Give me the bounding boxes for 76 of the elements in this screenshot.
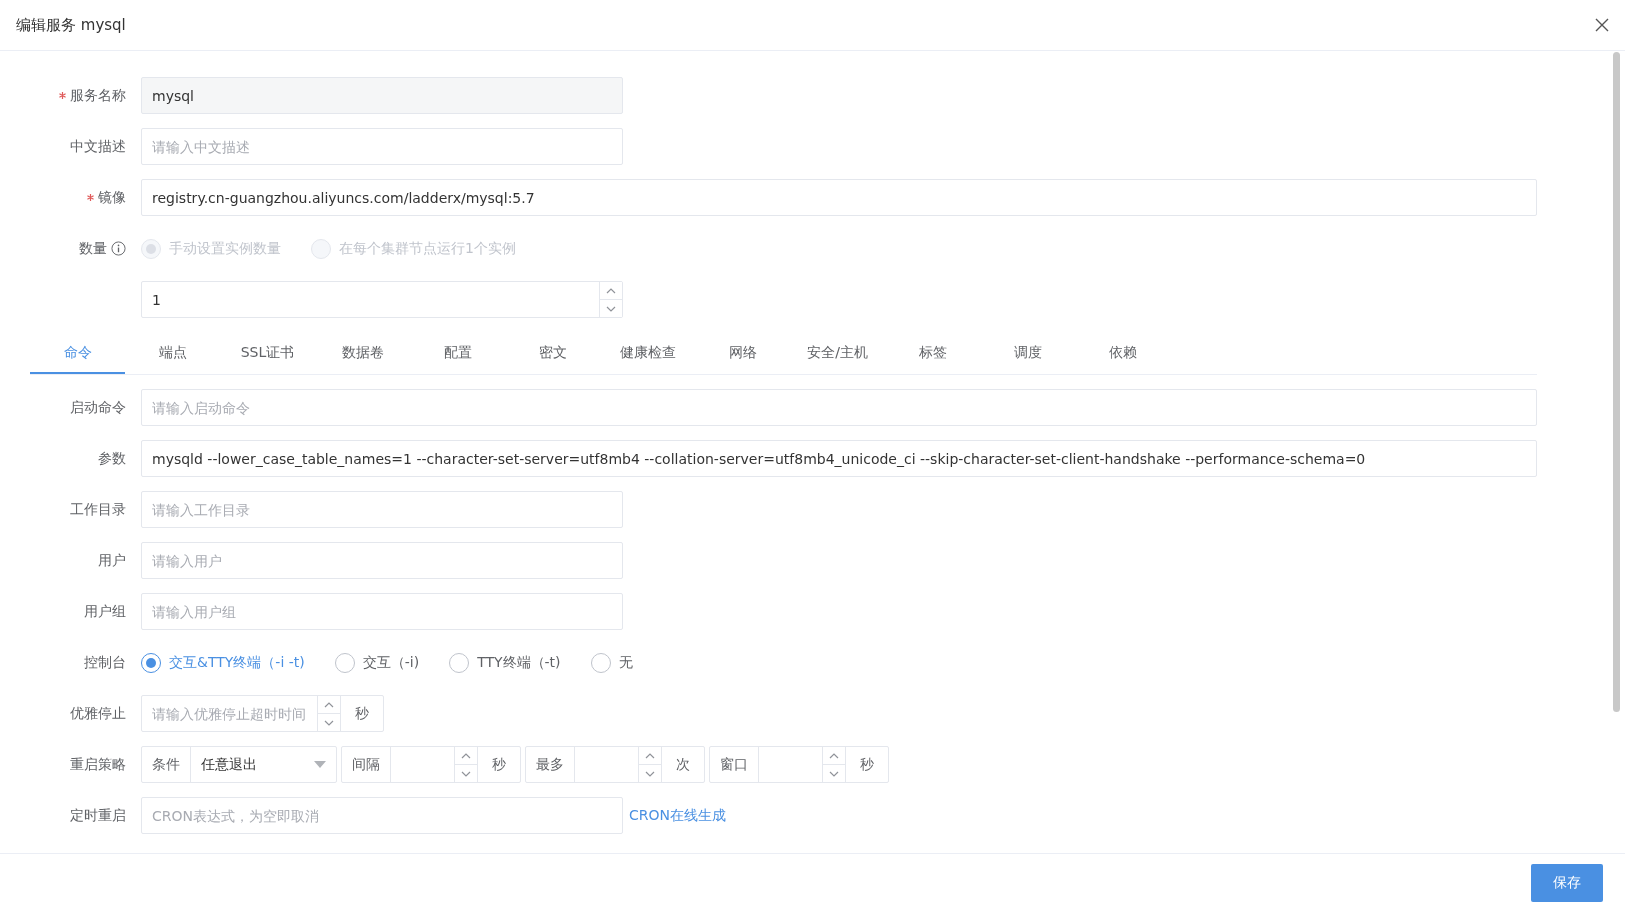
tab[interactable]: 密文 [505, 334, 600, 374]
field-label: 定时重启 [70, 806, 126, 825]
field-label: 重启策略 [70, 755, 126, 774]
input-field[interactable]: 请输入启动命令 [141, 389, 1537, 426]
number-field[interactable]: 请输入优雅停止超时时间 秒 [141, 695, 384, 732]
field-label: 参数 [98, 449, 126, 468]
input-field[interactable]: mysqld --lower_case_table_names=1 --character-set-server=utf8mb4 --collation-server=utf8mb4_unicode_ci --skip-character-set-client-handshake --performance-schema=0 [141, 440, 1537, 477]
field-label: 用户 [98, 551, 126, 570]
tab[interactable]: 健康检查 [600, 334, 695, 374]
input-field[interactable]: mysql [141, 77, 623, 114]
radio-label: 交互&TTY终端（-i -t) [169, 653, 305, 672]
chevron-down-icon [645, 770, 655, 777]
dialog-title: 编辑服务 mysql [16, 15, 126, 35]
chevron-down-icon [829, 770, 839, 777]
radio-button[interactable] [334, 652, 355, 673]
unit-addon: 秒 [477, 747, 520, 782]
field-label: 启动命令 [70, 398, 126, 417]
radio-label: TTY终端（-t) [477, 653, 561, 672]
tab[interactable]: 配置 [410, 334, 505, 374]
tab[interactable]: 端点 [125, 334, 220, 374]
radio-label: 交互（-i) [362, 653, 420, 672]
dropdown-caret-icon [314, 761, 326, 768]
input-field[interactable]: 请输入中文描述 [141, 128, 623, 165]
tab[interactable]: 依赖 [1075, 334, 1170, 374]
radio-label: 在每个集群节点运行1个实例 [339, 239, 516, 258]
field-label: 工作目录 [70, 500, 126, 519]
tab[interactable]: 命令 [30, 334, 125, 374]
select-field[interactable]: 条件 任意退出 [141, 746, 337, 783]
number-field[interactable]: 间隔 秒 [341, 746, 521, 783]
number-field[interactable]: 窗口 秒 [709, 746, 889, 783]
chevron-up-icon [606, 287, 616, 294]
radio-label: 手动设置实例数量 [169, 239, 281, 258]
radio-button[interactable] [449, 652, 470, 673]
field-prefix: 间隔 [342, 747, 391, 782]
unit-addon: 次 [661, 747, 704, 782]
increment-button[interactable] [600, 282, 622, 300]
field-label: 服务名称 [70, 86, 126, 105]
tab[interactable]: 数据卷 [315, 334, 410, 374]
field-prefix: 条件 [142, 747, 191, 782]
info-icon [111, 241, 126, 256]
field-label: 镜像 [98, 188, 126, 207]
radio-button[interactable] [590, 652, 611, 673]
tab[interactable]: 标签 [885, 334, 980, 374]
unit-addon: 秒 [340, 696, 383, 731]
select-value: 任意退出 [201, 755, 257, 774]
input-field[interactable]: 请输入用户 [141, 542, 623, 579]
input-field[interactable]: registry.cn-guangzhou.aliyuncs.com/ladderx/mysql:5.7 [141, 179, 1537, 216]
chevron-down-icon [324, 719, 334, 726]
radio-label: 无 [618, 653, 633, 672]
unit-addon: 秒 [845, 747, 888, 782]
scrollbar[interactable] [1613, 52, 1620, 712]
field-label: 控制台 [84, 653, 126, 672]
tab[interactable]: 网络 [695, 334, 790, 374]
cron-generator-link[interactable]: CRON在线生成 [629, 806, 726, 825]
field-prefix: 最多 [526, 747, 575, 782]
chevron-up-icon [461, 752, 471, 759]
number-input[interactable]: 请输入优雅停止超时时间 [142, 696, 317, 731]
field-label: 中文描述 [70, 137, 126, 156]
input-field[interactable]: 请输入工作目录 [141, 491, 623, 528]
number-field[interactable]: 最多 次 [525, 746, 705, 783]
input-field[interactable]: CRON表达式，为空即取消 [141, 797, 623, 834]
chevron-down-icon [461, 770, 471, 777]
tab[interactable]: 安全/主机 [790, 334, 885, 374]
tab[interactable]: SSL证书 [220, 334, 315, 374]
chevron-up-icon [645, 752, 655, 759]
field-prefix: 窗口 [710, 747, 759, 782]
field-label: 用户组 [84, 602, 126, 621]
field-label: 优雅停止 [70, 704, 126, 723]
chevron-up-icon [829, 752, 839, 759]
tab[interactable]: 调度 [980, 334, 1075, 374]
field-label: 数量 [79, 239, 107, 258]
close-icon[interactable] [1595, 18, 1609, 32]
input-field[interactable]: 请输入用户组 [141, 593, 623, 630]
radio-button[interactable] [141, 652, 161, 673]
chevron-up-icon [324, 701, 334, 708]
chevron-down-icon [606, 305, 616, 312]
